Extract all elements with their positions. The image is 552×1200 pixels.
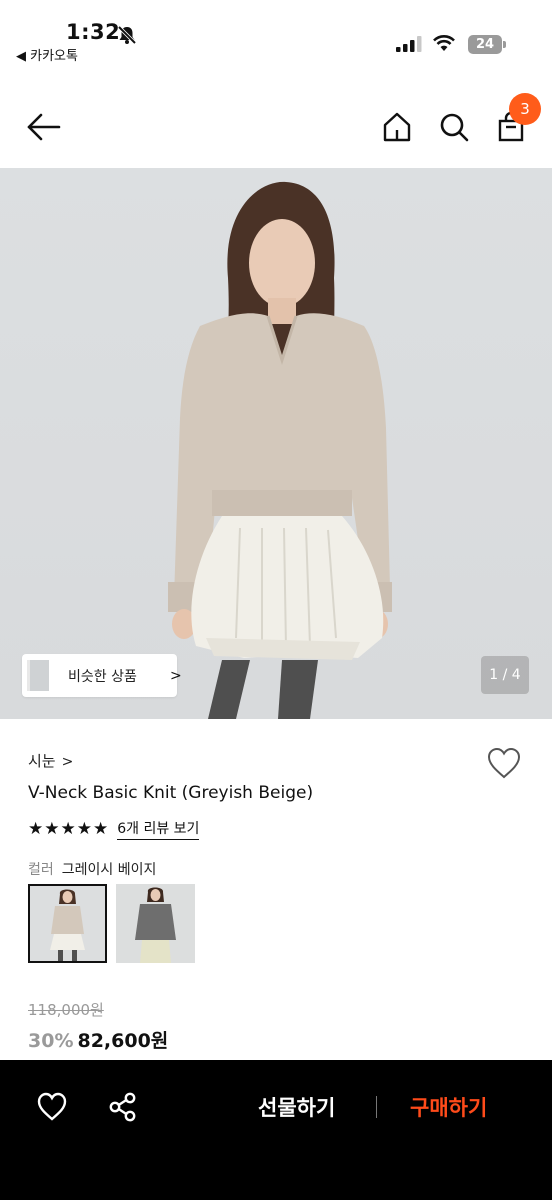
sale-price: 82,600원 [77, 1030, 169, 1052]
chevron-right-icon: > [61, 754, 74, 770]
status-time: 1:32 [66, 20, 121, 44]
battery-level: 24 [475, 37, 495, 52]
brand-link[interactable]: 시눈 > [28, 750, 73, 771]
bell-off-icon [117, 25, 137, 45]
home-icon[interactable] [380, 110, 414, 144]
battery-indicator: 24 [468, 35, 502, 54]
swatch-thumbnail [30, 886, 105, 961]
product-title: V-Neck Basic Knit (Greyish Beige) [28, 783, 314, 803]
back-arrow-icon[interactable] [24, 110, 64, 144]
back-to-app-link[interactable]: ◀ 카카오톡 [16, 45, 78, 64]
swatch-thumbnail [116, 884, 195, 963]
rating-row: ★★★★★ 6개 리뷰 보기 [28, 818, 200, 840]
similar-products-label: 비슷한 상품 [68, 669, 137, 685]
chevron-right-icon: > [170, 668, 182, 684]
reviews-link[interactable]: 6개 리뷰 보기 [117, 818, 200, 840]
top-nav: 3 [0, 70, 552, 168]
cart-count-badge: 3 [509, 93, 541, 125]
price-row: 30% 82,600원 [28, 1026, 168, 1053]
battery-nub [503, 41, 506, 48]
similar-products-button[interactable]: 비슷한 상품 > [22, 654, 182, 697]
original-price: 118,000원 [28, 1001, 104, 1019]
status-bar: 1:32 ◀ 카카오톡 24 [0, 0, 552, 70]
star-rating: ★★★★★ [28, 819, 110, 839]
color-swatch-greyish-beige[interactable] [28, 884, 107, 963]
divider [376, 1096, 377, 1118]
heart-icon[interactable] [486, 746, 522, 780]
heart-icon[interactable] [36, 1091, 68, 1123]
search-icon[interactable] [437, 110, 471, 144]
color-swatch-grey[interactable] [116, 884, 195, 963]
wifi-icon [433, 35, 455, 51]
product-image-carousel[interactable]: 비슷한 상품 > 1 / 4 [0, 168, 552, 719]
gift-button[interactable]: 선물하기 [258, 1092, 335, 1122]
discount-rate: 30% [28, 1030, 74, 1052]
color-label: 컬러 [28, 862, 54, 878]
color-selector-label: 컬러 그레이시 베이지 [28, 859, 156, 879]
color-value: 그레이시 베이지 [61, 862, 157, 878]
share-icon[interactable] [107, 1091, 139, 1123]
bottom-action-bar: 선물하기 구매하기 [0, 1060, 552, 1200]
image-page-indicator: 1 / 4 [481, 656, 529, 694]
similar-products-thumbnail [27, 660, 49, 691]
signal-icon [396, 36, 422, 52]
product-photo [168, 181, 392, 719]
brand-name: 시눈 [28, 752, 56, 770]
buy-button[interactable]: 구매하기 [410, 1092, 487, 1122]
